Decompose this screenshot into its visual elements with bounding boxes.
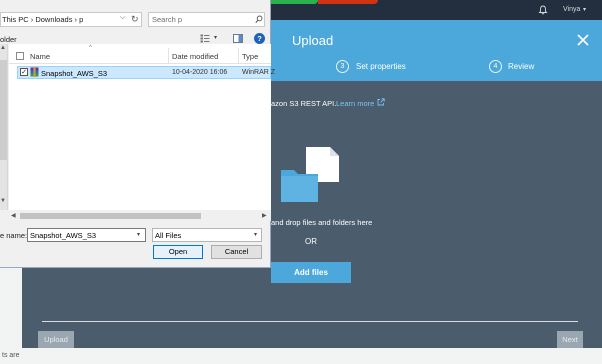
upload-button[interactable]: Upload	[38, 331, 74, 348]
column-header-date-modified[interactable]: Date modified	[172, 52, 218, 61]
scroll-right-icon[interactable]: ▶	[262, 212, 267, 219]
scrollbar-thumb[interactable]	[20, 213, 201, 219]
modal-title: Upload	[292, 33, 334, 48]
learn-more-link[interactable]: Learn more	[336, 99, 374, 108]
close-icon[interactable]	[576, 33, 590, 47]
step-number-3: 3	[336, 60, 349, 73]
file-name-value[interactable]: Snapshot_AWS_S3	[30, 231, 96, 240]
search-icon[interactable]	[255, 15, 263, 24]
file-folder-icon	[280, 145, 342, 205]
new-folder-button[interactable]: older	[0, 35, 17, 44]
add-files-button[interactable]: Add files	[271, 262, 351, 283]
bell-icon[interactable]	[538, 5, 548, 15]
preview-pane-icon[interactable]	[233, 34, 243, 43]
chevron-down-icon[interactable]: ▾	[254, 231, 257, 238]
scrollbar-thumb[interactable]	[0, 60, 7, 160]
column-divider[interactable]	[168, 48, 169, 64]
cancel-button[interactable]: Cancel	[211, 245, 262, 259]
drag-drop-text: and drop files and folders here	[271, 218, 373, 227]
chevron-down-icon[interactable]: ▾	[583, 6, 586, 13]
winrar-archive-icon	[30, 67, 39, 77]
external-link-icon[interactable]	[377, 98, 385, 106]
chevron-down-icon[interactable]: ▾	[137, 231, 140, 238]
step-review[interactable]: Review	[508, 62, 534, 71]
next-button[interactable]: Next	[557, 331, 583, 348]
user-menu[interactable]: Vinya	[563, 6, 580, 13]
page-footer-text: ts are	[2, 352, 20, 359]
scroll-up-icon[interactable]: ▲	[0, 45, 6, 51]
refresh-icon[interactable]: ↻	[131, 14, 139, 25]
file-type: WinRAR Z	[242, 69, 276, 76]
scroll-left-icon[interactable]: ◀	[11, 212, 16, 219]
step-set-properties[interactable]: Set properties	[356, 62, 406, 71]
api-info-text: azon S3 REST API.	[271, 99, 337, 108]
view-options-icon[interactable]	[200, 34, 210, 43]
open-button[interactable]: Open	[153, 245, 203, 259]
file-checkbox[interactable]: ✓	[20, 68, 28, 76]
file-name-label: e name:	[0, 231, 28, 240]
column-header-name[interactable]: Name	[30, 52, 50, 61]
or-separator: OR	[305, 237, 317, 246]
step-number-4: 4	[489, 60, 502, 73]
status-pill-red	[318, 0, 378, 4]
sort-indicator-icon: ^	[89, 45, 92, 51]
file-type-filter-value[interactable]: All Files	[155, 231, 181, 240]
search-placeholder: Search p	[152, 15, 183, 24]
chevron-down-icon[interactable]: ⌵	[120, 14, 125, 22]
scroll-down-icon[interactable]: ▼	[0, 198, 6, 204]
file-name: Snapshot_AWS_S3	[41, 69, 108, 78]
modal-footer-divider	[42, 321, 578, 322]
chevron-down-icon[interactable]: ▾	[214, 34, 217, 41]
select-all-checkbox[interactable]	[16, 52, 24, 60]
help-icon[interactable]: ?	[254, 33, 265, 44]
breadcrumb[interactable]: This PC › Downloads › p	[2, 15, 83, 24]
column-header-type[interactable]: Type	[242, 52, 258, 61]
column-divider[interactable]	[238, 48, 239, 64]
file-date-modified: 10-04-2020 16:06	[172, 69, 228, 76]
